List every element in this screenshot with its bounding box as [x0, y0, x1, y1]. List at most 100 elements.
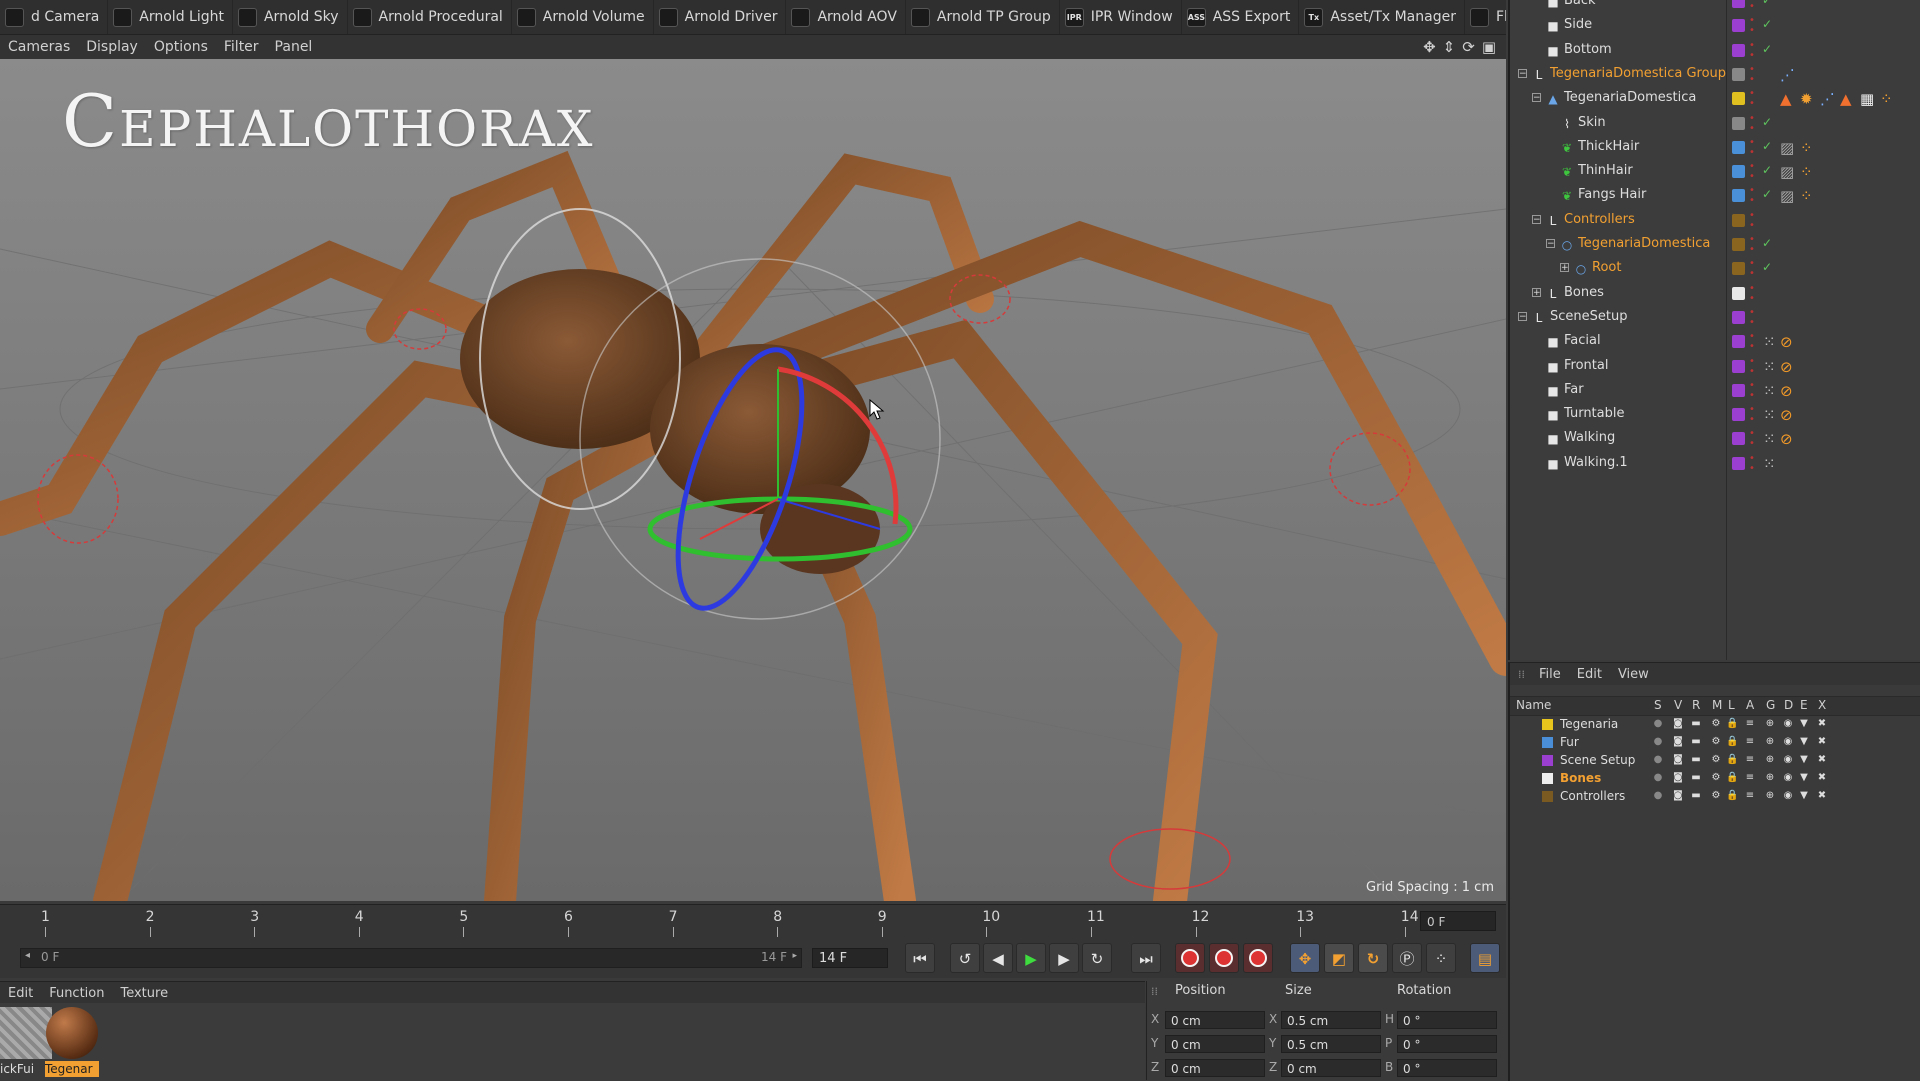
- object-row[interactable]: ❦ ThickHair • • ✓ ▨ ⁘: [1510, 136, 1920, 160]
- layer-color-swatch[interactable]: [1732, 0, 1745, 8]
- key-pla-button[interactable]: ⁘: [1426, 943, 1456, 973]
- display-tag-icon[interactable]: ⋰: [1780, 67, 1795, 83]
- keyframe-selection-button[interactable]: [1243, 943, 1273, 973]
- phong-tag-icon[interactable]: ▲: [1780, 91, 1792, 107]
- texture-tag-icon[interactable]: ▦: [1860, 91, 1874, 107]
- object-name[interactable]: Bones: [1564, 285, 1604, 300]
- object-name[interactable]: TegenariaDomestica: [1564, 90, 1696, 105]
- layer-toggle-a-icon[interactable]: ≡: [1744, 790, 1756, 802]
- viewport-menu-filter[interactable]: Filter: [216, 39, 267, 55]
- object-name[interactable]: Frontal: [1564, 358, 1608, 373]
- toolbar-button-arnold-driver[interactable]: Arnold Driver: [654, 0, 787, 34]
- layer-toggle-a-icon[interactable]: ≡: [1744, 736, 1756, 748]
- visibility-dots-icon[interactable]: ••: [1749, 405, 1755, 425]
- next-key-button[interactable]: ↻: [1082, 943, 1112, 973]
- layer-toggle-r-icon[interactable]: ▬: [1690, 754, 1702, 766]
- pan-icon[interactable]: ✥: [1423, 38, 1436, 56]
- layer-toggle-d-icon[interactable]: ◉: [1782, 754, 1794, 766]
- object-name[interactable]: TegenariaDomestica Group: [1550, 66, 1726, 81]
- layer-color-swatch[interactable]: [1732, 335, 1745, 349]
- timeline-button[interactable]: ▤: [1470, 943, 1500, 973]
- layer-color-swatch[interactable]: [1542, 773, 1553, 784]
- layer-color-swatch[interactable]: [1732, 238, 1745, 251]
- layer-toggle-d-icon[interactable]: ◉: [1782, 790, 1794, 802]
- layer-toggle-m-icon[interactable]: ⚙: [1710, 772, 1722, 784]
- layer-color-swatch[interactable]: [1732, 383, 1745, 397]
- viewport-menu-cameras[interactable]: Cameras: [0, 39, 78, 55]
- visibility-dots-icon[interactable]: ••: [1749, 235, 1755, 255]
- layer-toggle-d-icon[interactable]: ◉: [1782, 736, 1794, 748]
- layer-color-swatch[interactable]: [1542, 791, 1553, 802]
- object-name[interactable]: Facial: [1564, 333, 1601, 348]
- visibility-dots-icon[interactable]: ••: [1749, 16, 1755, 36]
- layer-toggle-s-icon[interactable]: ●: [1652, 790, 1664, 802]
- layer-color-swatch[interactable]: [1732, 432, 1745, 446]
- layer-toggle-g-icon[interactable]: ⊕: [1764, 772, 1776, 784]
- layer-color-swatch[interactable]: [1732, 408, 1745, 422]
- layer-toggle-e-icon[interactable]: ▼: [1798, 754, 1810, 766]
- layer-toggle-g-icon[interactable]: ⊕: [1764, 790, 1776, 802]
- visibility-dots-icon[interactable]: ••: [1749, 380, 1755, 401]
- layer-color-swatch[interactable]: [1732, 140, 1745, 154]
- visibility-dots-icon[interactable]: ••: [1749, 64, 1755, 85]
- layer-column-e[interactable]: E: [1800, 698, 1808, 712]
- position-y-field[interactable]: 0 cm: [1165, 1035, 1265, 1053]
- layer-column-g[interactable]: G: [1766, 698, 1775, 712]
- layer-color-swatch[interactable]: [1732, 43, 1745, 57]
- visibility-dots-icon[interactable]: ••: [1749, 210, 1755, 231]
- layer-toggle-d-icon[interactable]: ◉: [1782, 718, 1794, 730]
- layer-name[interactable]: Scene Setup: [1560, 753, 1635, 767]
- collapse-icon[interactable]: −: [1518, 311, 1527, 321]
- rotation-b-field[interactable]: 0 °: [1397, 1059, 1497, 1077]
- material-thumb-tegenaria[interactable]: [46, 1007, 98, 1059]
- toolbar-button-arnold-light[interactable]: Arnold Light: [108, 0, 233, 34]
- layer-toggle-x-icon[interactable]: ✖: [1816, 736, 1828, 748]
- object-name[interactable]: TegenariaDomestica: [1578, 236, 1710, 251]
- enabled-check-icon[interactable]: ✓: [1762, 115, 1772, 129]
- layer-toggle-r-icon[interactable]: ▬: [1690, 718, 1702, 730]
- key-position-button[interactable]: ✥: [1290, 943, 1320, 973]
- layer-name[interactable]: Controllers: [1560, 789, 1625, 803]
- object-row[interactable]: ■ Turntable • • ⊘ ⁙: [1510, 403, 1920, 427]
- object-row[interactable]: ■ Back •• ✓: [1510, 0, 1920, 14]
- layer-toggle-m-icon[interactable]: ⚙: [1710, 754, 1722, 766]
- visibility-dots-icon[interactable]: ••: [1749, 453, 1755, 474]
- visibility-dots-icon[interactable]: ••: [1749, 0, 1755, 12]
- key-scale-button[interactable]: ◩: [1324, 943, 1354, 973]
- object-row[interactable]: ❦ Fangs Hair • • ✓ ▨ ⁘: [1510, 184, 1920, 208]
- autokey-button[interactable]: [1209, 943, 1239, 973]
- layer-color-swatch[interactable]: [1732, 310, 1745, 324]
- hair-material-tag-icon[interactable]: ▨: [1780, 164, 1794, 180]
- layer-toggle-e-icon[interactable]: ▼: [1798, 790, 1810, 802]
- object-row[interactable]: − ▲ TegenariaDomestica • • ▲ ✹ ⋰ ▲ ▦ ⁘: [1510, 87, 1920, 111]
- dolly-icon[interactable]: ⇕: [1443, 38, 1456, 56]
- enabled-check-icon[interactable]: ✓: [1762, 139, 1772, 153]
- material-tag-icon[interactable]: ▲: [1840, 91, 1852, 107]
- object-name[interactable]: Far: [1564, 382, 1584, 397]
- object-row[interactable]: ■ Walking.1 • • ⁙: [1510, 452, 1920, 476]
- fur-tag-icon[interactable]: ✹: [1800, 91, 1813, 107]
- enabled-check-icon[interactable]: ✓: [1762, 187, 1772, 201]
- visibility-dots-icon[interactable]: ••: [1749, 332, 1755, 352]
- compositing-tag-icon[interactable]: ⁙: [1763, 359, 1776, 375]
- layer-color-swatch[interactable]: [1542, 755, 1553, 766]
- play-button[interactable]: ▶: [1016, 943, 1046, 973]
- layer-toggle-s-icon[interactable]: ●: [1652, 718, 1664, 730]
- layer-color-swatch[interactable]: [1542, 737, 1553, 748]
- object-row[interactable]: ■ Walking • • ⊘ ⁙: [1510, 427, 1920, 451]
- go-to-start-button[interactable]: ⏮: [905, 943, 935, 973]
- layer-color-swatch[interactable]: [1732, 19, 1745, 33]
- object-name[interactable]: Root: [1592, 260, 1621, 275]
- enabled-check-icon[interactable]: ✓: [1762, 163, 1772, 177]
- protection-tag-icon[interactable]: ⊘: [1780, 431, 1793, 447]
- guides-tag-icon[interactable]: ⁘: [1800, 164, 1813, 180]
- layer-toggle-l-icon[interactable]: 🔒: [1726, 736, 1738, 748]
- toolbar-button-arnold-aov[interactable]: Arnold AOV: [786, 0, 906, 34]
- visibility-dots-icon[interactable]: ••: [1749, 40, 1755, 61]
- position-x-field[interactable]: 0 cm: [1165, 1011, 1265, 1029]
- timeline-ruler[interactable]: 1 2 3 4 5 6 7 8 9 10 11 12 13 14 0 F: [0, 904, 1506, 939]
- compositing-tag-icon[interactable]: ⁙: [1763, 456, 1776, 472]
- visibility-dots-icon[interactable]: ••: [1749, 356, 1755, 377]
- layer-column-s[interactable]: S: [1654, 698, 1662, 712]
- expand-icon[interactable]: +: [1532, 287, 1541, 297]
